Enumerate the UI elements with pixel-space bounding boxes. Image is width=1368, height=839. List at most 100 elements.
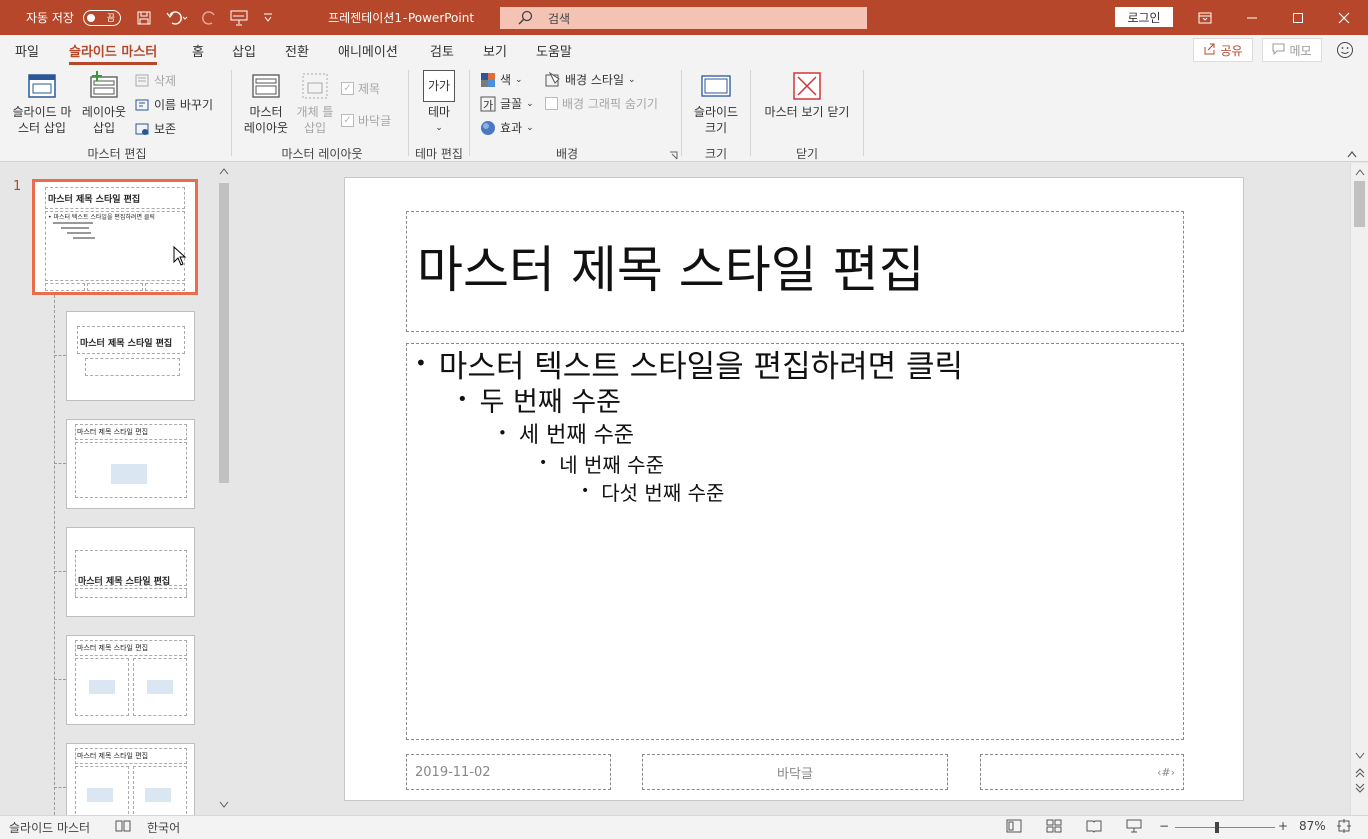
tab-home[interactable]: 홈: [192, 41, 204, 60]
fit-to-window-icon[interactable]: [1337, 819, 1351, 833]
layout-thumbnail[interactable]: 마스터 제목 스타일 편집: [66, 527, 195, 617]
fonts-dropdown[interactable]: 가 글꼴 ⌄: [480, 95, 534, 112]
chevron-down-icon: ⌄: [526, 98, 534, 109]
customize-qat-icon[interactable]: [258, 0, 278, 35]
layout-thumbnail[interactable]: 마스터 제목 스타일 편집: [66, 311, 195, 401]
insert-layout-icon: [90, 71, 118, 98]
slideshow-icon[interactable]: [1126, 819, 1142, 833]
comments-button[interactable]: 메모: [1262, 38, 1322, 62]
insert-slide-master-button[interactable]: 슬라이드 마 스터 삽입: [6, 70, 78, 136]
tab-insert[interactable]: 삽입: [232, 41, 256, 60]
zoom-slider[interactable]: [1175, 822, 1275, 833]
close-master-view-button[interactable]: 마스터 보기 닫기: [756, 70, 858, 120]
tab-view[interactable]: 보기: [483, 41, 507, 60]
zoom-level[interactable]: 87%: [1299, 819, 1326, 833]
tab-help[interactable]: 도움말: [536, 41, 572, 60]
thumbnail-scrollbar[interactable]: [216, 163, 232, 815]
next-slide-icon[interactable]: [1355, 783, 1365, 793]
save-icon[interactable]: [134, 0, 154, 35]
spelling-check-icon[interactable]: [115, 819, 131, 833]
title-checkbox[interactable]: ✓ 제목: [341, 80, 380, 97]
rename-icon: [135, 99, 149, 110]
group-separator: [681, 70, 682, 156]
colors-dropdown[interactable]: 색 ⌄: [480, 71, 523, 88]
layout-thumbnail[interactable]: 마스터 제목 스타일 편집: [66, 419, 195, 509]
present-from-start-icon[interactable]: [228, 0, 250, 35]
body-placeholder[interactable]: • 마스터 텍스트 스타일을 편집하려면 클릭 • 두 번째 수준 • 세 번째…: [406, 343, 1184, 740]
group-label-edit-master: 마스터 편집: [87, 147, 147, 161]
language-status[interactable]: 한국어: [147, 819, 180, 836]
bullet-dot: •: [498, 424, 507, 442]
master-layout-button[interactable]: 마스터 레이아웃: [238, 70, 294, 136]
insert-layout-button[interactable]: 레이아웃 삽입: [76, 70, 132, 136]
scroll-thumb[interactable]: [1354, 181, 1365, 227]
zoom-slider-knob[interactable]: [1215, 822, 1219, 833]
scroll-up-icon[interactable]: [219, 167, 229, 175]
scroll-down-icon[interactable]: [219, 801, 229, 809]
previous-slide-icon[interactable]: [1355, 768, 1365, 778]
tab-review[interactable]: 검토: [430, 41, 454, 60]
layout-thumb-title: 마스터 제목 스타일 편집: [77, 428, 149, 436]
title-checkbox-box: ✓: [341, 82, 354, 95]
minimize-icon[interactable]: [1240, 0, 1264, 35]
slide-size-button[interactable]: 슬라이드 크기: [688, 70, 744, 136]
layout-thumbnail[interactable]: 마스터 제목 스타일 편집: [66, 635, 195, 725]
tab-file[interactable]: 파일: [15, 41, 39, 60]
slide-sorter-icon[interactable]: [1046, 819, 1062, 833]
tab-slide-master[interactable]: 슬라이드 마스터: [69, 41, 158, 65]
tab-animations[interactable]: 애니메이션: [338, 41, 398, 60]
reading-view-icon[interactable]: [1086, 819, 1102, 833]
footer-checkbox[interactable]: ✓ 바닥글: [341, 112, 391, 129]
scroll-down-icon[interactable]: [1355, 752, 1365, 760]
normal-view-icon[interactable]: [1006, 819, 1022, 833]
footer-placeholder[interactable]: 바닥글: [642, 754, 948, 790]
date-placeholder[interactable]: 2019-11-02: [406, 754, 611, 790]
effects-dropdown[interactable]: 효과 ⌄: [480, 119, 534, 136]
title-placeholder[interactable]: 마스터 제목 스타일 편집: [406, 211, 1184, 332]
autosave-toggle[interactable]: 끔: [82, 0, 122, 35]
insert-placeholder-button[interactable]: 개체 틀 삽입: [292, 70, 338, 136]
footer-slide-number: ‹#›: [1156, 765, 1175, 779]
zoom-out-button[interactable]: −: [1159, 819, 1169, 833]
tab-transitions[interactable]: 전환: [285, 41, 309, 60]
ribbon-display-options-icon[interactable]: [1193, 0, 1217, 35]
master-slide-thumbnail[interactable]: 마스터 제목 스타일 편집 • 마스터 텍스트 스타일을 편집하려면 클릭: [32, 179, 198, 295]
svg-text:가: 가: [483, 99, 493, 112]
search-box[interactable]: 검색: [500, 7, 867, 29]
rename-button[interactable]: 이름 바꾸기: [134, 96, 213, 113]
group-separator: [408, 70, 409, 156]
feedback-smiley-icon[interactable]: [1333, 38, 1357, 62]
preserve-icon: [135, 123, 149, 135]
scroll-thumb[interactable]: [219, 183, 229, 483]
scroll-up-icon[interactable]: [1355, 168, 1365, 176]
bullet-level-3: • 세 번째 수준: [498, 418, 634, 448]
undo-icon[interactable]: [162, 0, 192, 35]
bullet-level-3-text: 세 번째 수준: [518, 423, 635, 448]
zoom-in-button[interactable]: +: [1278, 819, 1288, 833]
redo-icon[interactable]: [200, 0, 220, 35]
hide-background-graphics-checkbox[interactable]: 배경 그래픽 숨기기: [545, 95, 658, 112]
group-label-theme-edit: 테마 편집: [415, 147, 463, 161]
footer-center: 바닥글: [777, 766, 813, 782]
hide-background-label: 배경 그래픽 숨기기: [562, 97, 658, 111]
theme-button[interactable]: 가가 테마 ⌄: [418, 70, 460, 136]
group-separator: [231, 70, 232, 156]
dialog-launcher-icon[interactable]: [669, 149, 678, 163]
layout-thumbnail[interactable]: 마스터 제목 스타일 편집: [66, 743, 195, 815]
login-button[interactable]: 로그인: [1115, 7, 1173, 27]
autosave-label: 자동 저장: [26, 11, 74, 25]
bullet-level-5-text: 다섯 번째 수준: [601, 480, 725, 505]
footer-checkbox-box: ✓: [341, 114, 354, 127]
delete-button[interactable]: 삭제: [134, 72, 176, 89]
preserve-button[interactable]: 보존: [134, 120, 176, 137]
share-button[interactable]: 공유: [1193, 38, 1253, 62]
group-label-background: 배경: [555, 147, 579, 161]
slide-number-placeholder[interactable]: ‹#›: [980, 754, 1184, 790]
insert-layout-label-2: 삽입: [92, 121, 116, 135]
slide-scrollbar[interactable]: [1350, 163, 1368, 815]
close-icon[interactable]: [1332, 0, 1356, 35]
background-styles-dropdown[interactable]: 배경 스타일 ⌄: [545, 71, 636, 88]
collapse-ribbon-icon[interactable]: [1346, 148, 1358, 162]
layout-thumb-title: 마스터 제목 스타일 편집: [80, 339, 173, 349]
maximize-icon[interactable]: [1286, 0, 1310, 35]
